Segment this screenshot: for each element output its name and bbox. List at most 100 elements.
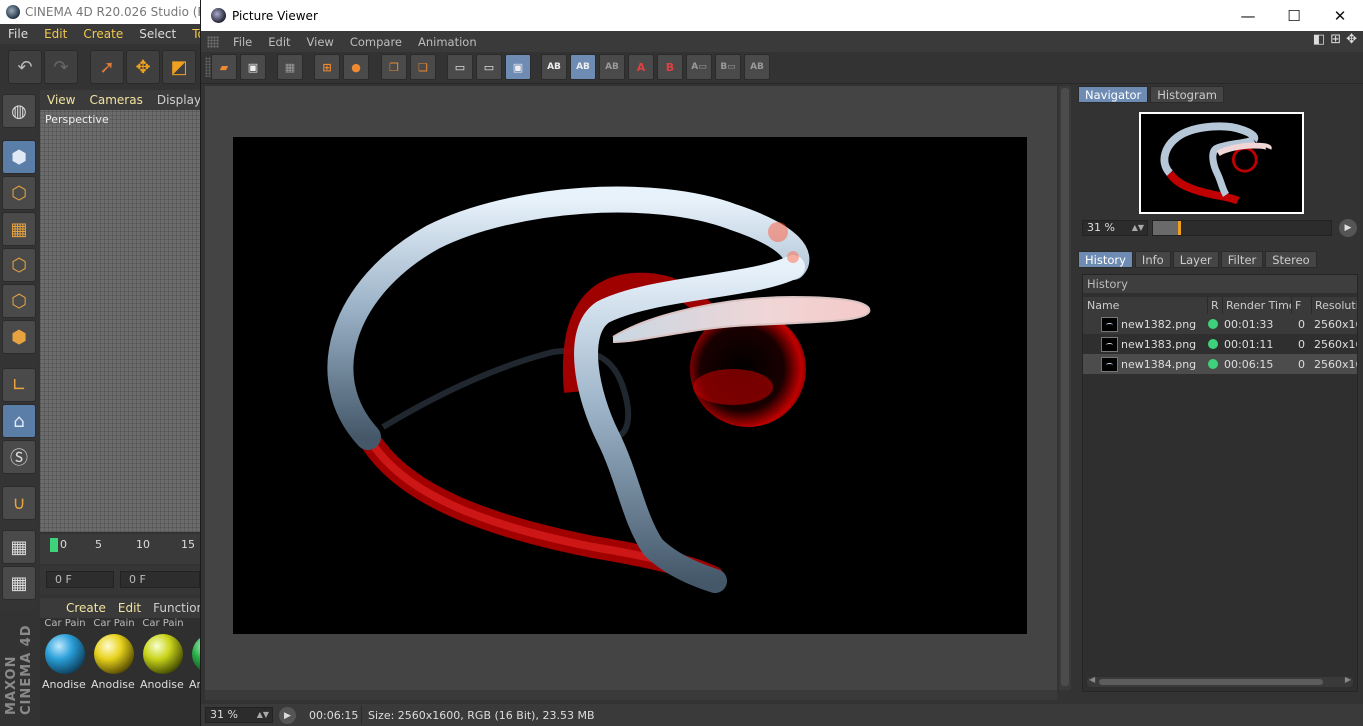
points-mode-button[interactable]: ⬡ — [2, 248, 36, 282]
viewport-menu-cameras[interactable]: Cameras — [82, 93, 149, 107]
material-swatch[interactable]: Car Pain Anodise — [140, 618, 186, 694]
tab-navigator[interactable]: Navigator — [1078, 86, 1149, 103]
main-menu-create[interactable]: Create — [75, 27, 131, 41]
display-pair-button[interactable]: ▣ — [505, 54, 531, 80]
panel-toggle-icon[interactable]: ◧ — [1313, 32, 1325, 47]
scale-tool-button[interactable]: ◩ — [162, 50, 196, 84]
maximize-button[interactable]: ☐ — [1271, 0, 1317, 31]
axis-mode-button[interactable]: ∟ — [2, 368, 36, 402]
redo-button[interactable]: ↷ — [44, 50, 78, 84]
paste-button[interactable]: ❏ — [410, 54, 436, 80]
timeline-playhead[interactable] — [50, 538, 58, 552]
scroll-left-icon[interactable]: ◀ — [1089, 675, 1095, 684]
material-swatch[interactable]: Car Pain Anodise — [42, 618, 88, 694]
spinner-arrows-icon[interactable]: ▲▼ — [1132, 221, 1144, 235]
timeline-ruler[interactable]: 0 5 10 15 — [40, 534, 200, 564]
snap-button[interactable]: Ⓢ — [2, 440, 36, 474]
minimize-button[interactable]: — — [1225, 0, 1271, 31]
main-menu-file[interactable]: File — [0, 27, 36, 41]
grid-button[interactable]: ▦ — [277, 54, 303, 80]
workplane-button[interactable]: ▦ — [2, 212, 36, 246]
polygons-mode-button[interactable]: ⬢ — [2, 320, 36, 354]
save-button[interactable]: ▣ — [240, 54, 266, 80]
status-play-button[interactable]: ▶ — [279, 707, 296, 724]
tab-histogram[interactable]: Histogram — [1150, 86, 1224, 103]
copy-button[interactable]: ❐ — [381, 54, 407, 80]
viewport-menu-view[interactable]: View — [40, 93, 82, 107]
move-tool-button[interactable]: ✥ — [126, 50, 160, 84]
fullscreen-icon[interactable]: ⊞ — [1330, 32, 1341, 47]
column-header-render-time[interactable]: Render Time — [1222, 297, 1291, 314]
history-render-time: 00:01:11 — [1224, 337, 1274, 351]
view-ab-button[interactable]: AB — [744, 54, 770, 80]
material-menu-edit[interactable]: Edit — [112, 601, 147, 615]
set-as-b-button[interactable]: B — [657, 54, 683, 80]
perspective-viewport[interactable] — [40, 110, 200, 532]
main-menu-edit[interactable]: Edit — [36, 27, 75, 41]
globe-tool-button[interactable]: ◍ — [2, 94, 36, 128]
menu-animation[interactable]: Animation — [410, 35, 485, 49]
view-b-button[interactable]: B▭ — [715, 54, 741, 80]
history-horizontal-scrollbar[interactable]: ◀ ▶ — [1087, 675, 1353, 687]
display-full-button[interactable]: ▭ — [476, 54, 502, 80]
view-a-button[interactable]: A▭ — [686, 54, 712, 80]
column-header-name[interactable]: Name — [1087, 297, 1207, 314]
column-header-r[interactable]: R — [1207, 297, 1222, 314]
column-header-frame[interactable]: F — [1291, 297, 1311, 314]
scrollbar-thumb[interactable] — [1061, 88, 1069, 686]
image-horizontal-scrollbar[interactable] — [205, 690, 1057, 700]
column-header-resolution[interactable]: Resoluti — [1311, 297, 1357, 314]
status-zoom-field[interactable]: 31 % ▲▼ — [205, 707, 273, 723]
history-row-selected[interactable]: new1384.png 00:06:15 0 2560x1600 — [1083, 354, 1357, 374]
preview-min-field[interactable]: 0 F — [120, 571, 200, 588]
navigator-zoom-field[interactable]: 31 % ▲▼ — [1082, 220, 1148, 236]
open-button[interactable]: ▰ — [211, 54, 237, 80]
close-button[interactable]: ✕ — [1317, 0, 1363, 31]
select-tool-button[interactable]: ➚ — [90, 50, 124, 84]
ab-split-button[interactable]: AB — [570, 54, 596, 80]
image-vertical-scrollbar[interactable] — [1059, 86, 1071, 690]
magnet-button[interactable]: ∪ — [2, 486, 36, 520]
tab-history[interactable]: History — [1078, 251, 1133, 268]
history-row[interactable]: new1382.png 00:01:33 0 2560x1600 — [1083, 314, 1357, 334]
scroll-right-icon[interactable]: ▶ — [1345, 675, 1351, 684]
zoom-slider-handle[interactable] — [1178, 221, 1181, 235]
menu-edit[interactable]: Edit — [260, 35, 298, 49]
material-menu-create[interactable]: Create — [60, 601, 112, 615]
rendered-image[interactable] — [233, 137, 1027, 634]
main-menu-select[interactable]: Select — [131, 27, 184, 41]
menu-view[interactable]: View — [299, 35, 342, 49]
planar-workplane-button[interactable]: ▦ — [2, 566, 36, 600]
scrollbar-thumb[interactable] — [1099, 679, 1323, 685]
tab-stereo[interactable]: Stereo — [1265, 251, 1317, 268]
locked-workplane-button[interactable]: ▦ — [2, 530, 36, 564]
set-as-a-button[interactable]: A — [628, 54, 654, 80]
navigator-thumbnail[interactable] — [1139, 112, 1304, 214]
texture-mode-button[interactable]: ⬡ — [2, 176, 36, 210]
ab-compare-button[interactable]: AB — [541, 54, 567, 80]
tab-info[interactable]: Info — [1134, 251, 1171, 268]
render-to-pv-button[interactable]: ● — [343, 54, 369, 80]
view-ab-icon: AB — [750, 62, 764, 72]
navigator-play-button[interactable]: ▶ — [1339, 219, 1357, 237]
image-canvas-area[interactable] — [205, 86, 1057, 690]
tab-layer[interactable]: Layer — [1172, 251, 1219, 268]
model-mode-button[interactable]: ⬢ — [2, 140, 36, 174]
material-swatch[interactable]: Car Pain Anodise — [91, 618, 137, 694]
render-region-button[interactable]: ⊞ — [314, 54, 340, 80]
move-panel-icon[interactable]: ✥ — [1346, 32, 1357, 47]
menu-file[interactable]: File — [225, 35, 260, 49]
current-frame-field[interactable]: 0 F — [46, 571, 114, 588]
display-single-button[interactable]: ▭ — [447, 54, 473, 80]
picture-viewer-titlebar[interactable]: Picture Viewer — ☐ ✕ — [201, 0, 1363, 31]
spinner-arrows-icon[interactable]: ▲▼ — [257, 708, 269, 722]
navigator-zoom-slider[interactable] — [1152, 220, 1332, 236]
menu-compare[interactable]: Compare — [342, 35, 410, 49]
tweak-mode-button[interactable]: ⌂ — [2, 404, 36, 438]
ab-swap-button[interactable]: AB — [599, 54, 625, 80]
history-row[interactable]: new1383.png 00:01:11 0 2560x1600 — [1083, 334, 1357, 354]
edges-mode-button[interactable]: ⬡ — [2, 284, 36, 318]
tab-filter[interactable]: Filter — [1220, 251, 1264, 268]
material-swatch[interactable]: Ca An — [189, 618, 200, 694]
undo-button[interactable]: ↶ — [8, 50, 42, 84]
